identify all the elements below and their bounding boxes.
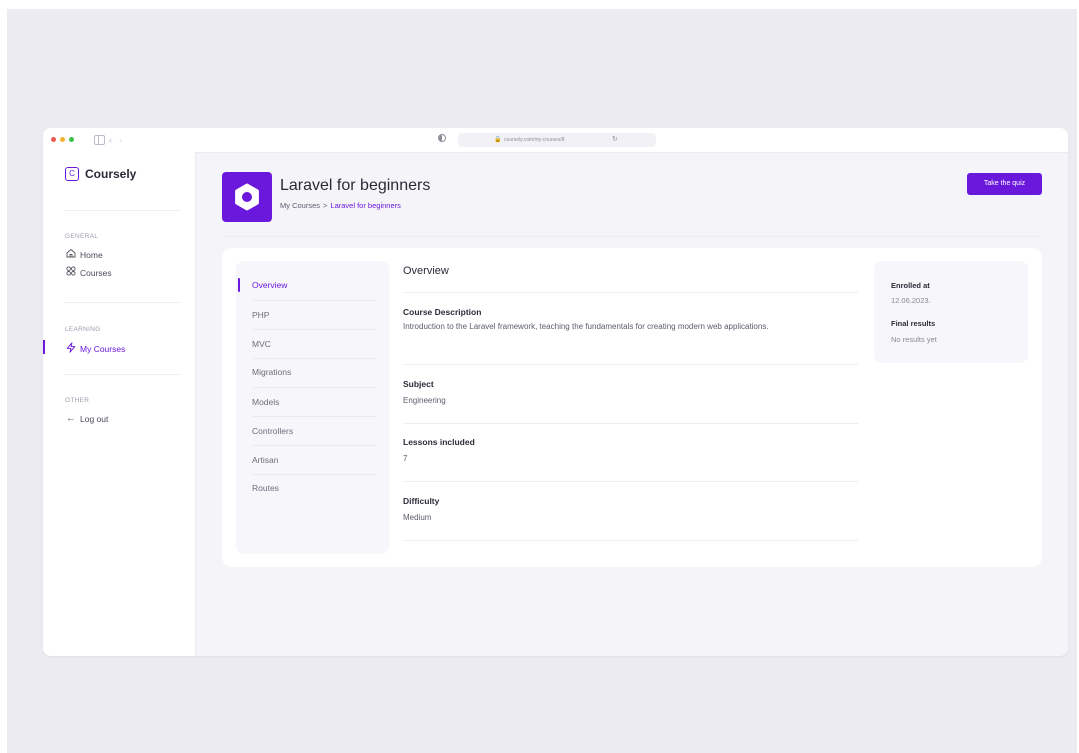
enrolled-value: 12.06.2023. xyxy=(891,296,931,305)
lesson-tab-migrations[interactable]: Migrations xyxy=(252,367,372,377)
section-divider xyxy=(403,481,858,482)
lesson-tab-overview[interactable]: Overview xyxy=(252,280,372,290)
field-value-lessons: 7 xyxy=(403,454,408,463)
field-label-subject: Subject xyxy=(403,379,434,389)
breadcrumb-current[interactable]: Laravel for beginners xyxy=(330,201,400,210)
field-label-difficulty: Difficulty xyxy=(403,496,440,506)
sidebar-item-courses[interactable]: Courses xyxy=(65,266,112,279)
active-indicator xyxy=(43,340,45,354)
enrolled-label: Enrolled at xyxy=(891,281,930,290)
sidebar-divider xyxy=(65,374,181,375)
minimize-window-dot[interactable] xyxy=(60,137,65,142)
section-divider xyxy=(403,292,858,293)
breadcrumb: My Courses > Laravel for beginners xyxy=(280,201,401,210)
sidebar-item-label: Courses xyxy=(80,267,112,278)
logo-mark-icon: C xyxy=(65,167,79,181)
section-divider xyxy=(403,364,858,365)
gear-icon xyxy=(235,183,259,211)
field-value-subject: Engineering xyxy=(403,396,446,405)
section-label-general: GENERAL xyxy=(65,233,99,240)
sidebar-divider xyxy=(65,210,181,211)
reload-icon[interactable]: ↻ xyxy=(612,133,618,147)
final-results-value: No results yet xyxy=(891,335,937,344)
lesson-divider xyxy=(252,358,376,359)
sidebar-item-home[interactable]: Home xyxy=(65,248,103,261)
lock-icon: 🔒 xyxy=(494,137,502,143)
field-label-lessons: Lessons included xyxy=(403,437,475,447)
lesson-divider xyxy=(252,300,376,301)
breadcrumb-separator-icon: > xyxy=(323,201,328,210)
section-label-other: OTHER xyxy=(65,397,90,404)
address-bar[interactable]: 🔒 coursely.com/my-courses/8 ↻ xyxy=(458,133,656,147)
lesson-divider xyxy=(252,474,376,475)
sidebar-toggle-icon[interactable] xyxy=(94,135,105,145)
logo[interactable]: C Coursely xyxy=(65,167,136,181)
lesson-divider xyxy=(252,445,376,446)
enrollment-info-card: Enrolled at 12.06.2023. Final results No… xyxy=(874,261,1028,363)
sidebar-item-label: My Courses xyxy=(80,344,126,354)
breadcrumb-link-my-courses[interactable]: My Courses xyxy=(280,201,320,210)
sidebar-item-log-out[interactable]: ← Log out xyxy=(65,413,108,424)
lesson-tab-controllers[interactable]: Controllers xyxy=(252,426,372,436)
active-indicator xyxy=(238,278,240,292)
close-window-dot[interactable] xyxy=(51,137,56,142)
lesson-tab-routes[interactable]: Routes xyxy=(252,483,372,493)
window-controls xyxy=(51,137,74,142)
grid-icon xyxy=(65,266,77,279)
forward-icon[interactable]: › xyxy=(119,134,122,146)
browser-toolbar: ‹ › 🔒 coursely.com/my-courses/8 ↻ xyxy=(43,128,1068,153)
section-label-learning: LEARNING xyxy=(65,326,101,333)
home-icon xyxy=(65,248,77,261)
page-title: Laravel for beginners xyxy=(280,177,431,194)
sidebar-item-my-courses[interactable]: My Courses xyxy=(65,342,125,356)
lesson-divider xyxy=(252,329,376,330)
lesson-divider xyxy=(252,387,376,388)
field-value-difficulty: Medium xyxy=(403,513,432,522)
back-icon[interactable]: ‹ xyxy=(109,134,112,146)
course-card: Overview PHP MVC Migrations Models Contr… xyxy=(222,248,1042,567)
sidebar-divider xyxy=(65,302,181,303)
lesson-tab-artisan[interactable]: Artisan xyxy=(252,455,372,465)
course-icon xyxy=(222,172,272,222)
lesson-tab-mvc[interactable]: MVC xyxy=(252,339,372,349)
maximize-window-dot[interactable] xyxy=(69,137,74,142)
page-background: ‹ › 🔒 coursely.com/my-courses/8 ↻ C Cour… xyxy=(7,9,1077,753)
header-divider xyxy=(222,236,1042,237)
lightning-icon xyxy=(65,342,77,356)
take-quiz-button[interactable]: Take the quiz xyxy=(967,173,1042,195)
browser-window: ‹ › 🔒 coursely.com/my-courses/8 ↻ C Cour… xyxy=(43,128,1068,656)
lesson-tab-php[interactable]: PHP xyxy=(252,310,372,320)
field-label-description: Course Description xyxy=(403,307,482,317)
field-value-description: Introduction to the Laravel framework, t… xyxy=(403,322,769,331)
arrow-left-icon: ← xyxy=(66,413,76,424)
section-divider xyxy=(403,540,858,541)
lesson-divider xyxy=(252,416,376,417)
brand-name: Coursely xyxy=(85,167,137,181)
sidebar-item-label: Home xyxy=(80,249,103,260)
lesson-tab-models[interactable]: Models xyxy=(252,397,372,407)
sidebar: C Coursely GENERAL Home Courses LEARNING xyxy=(43,152,196,656)
privacy-shield-icon[interactable] xyxy=(438,134,446,142)
overview-title: Overview xyxy=(403,265,449,277)
final-results-label: Final results xyxy=(891,319,936,328)
lesson-nav: Overview PHP MVC Migrations Models Contr… xyxy=(236,261,389,554)
section-divider xyxy=(403,423,858,424)
sidebar-item-label: Log out xyxy=(80,413,109,424)
url-text: coursely.com/my-courses/8 xyxy=(504,137,565,143)
